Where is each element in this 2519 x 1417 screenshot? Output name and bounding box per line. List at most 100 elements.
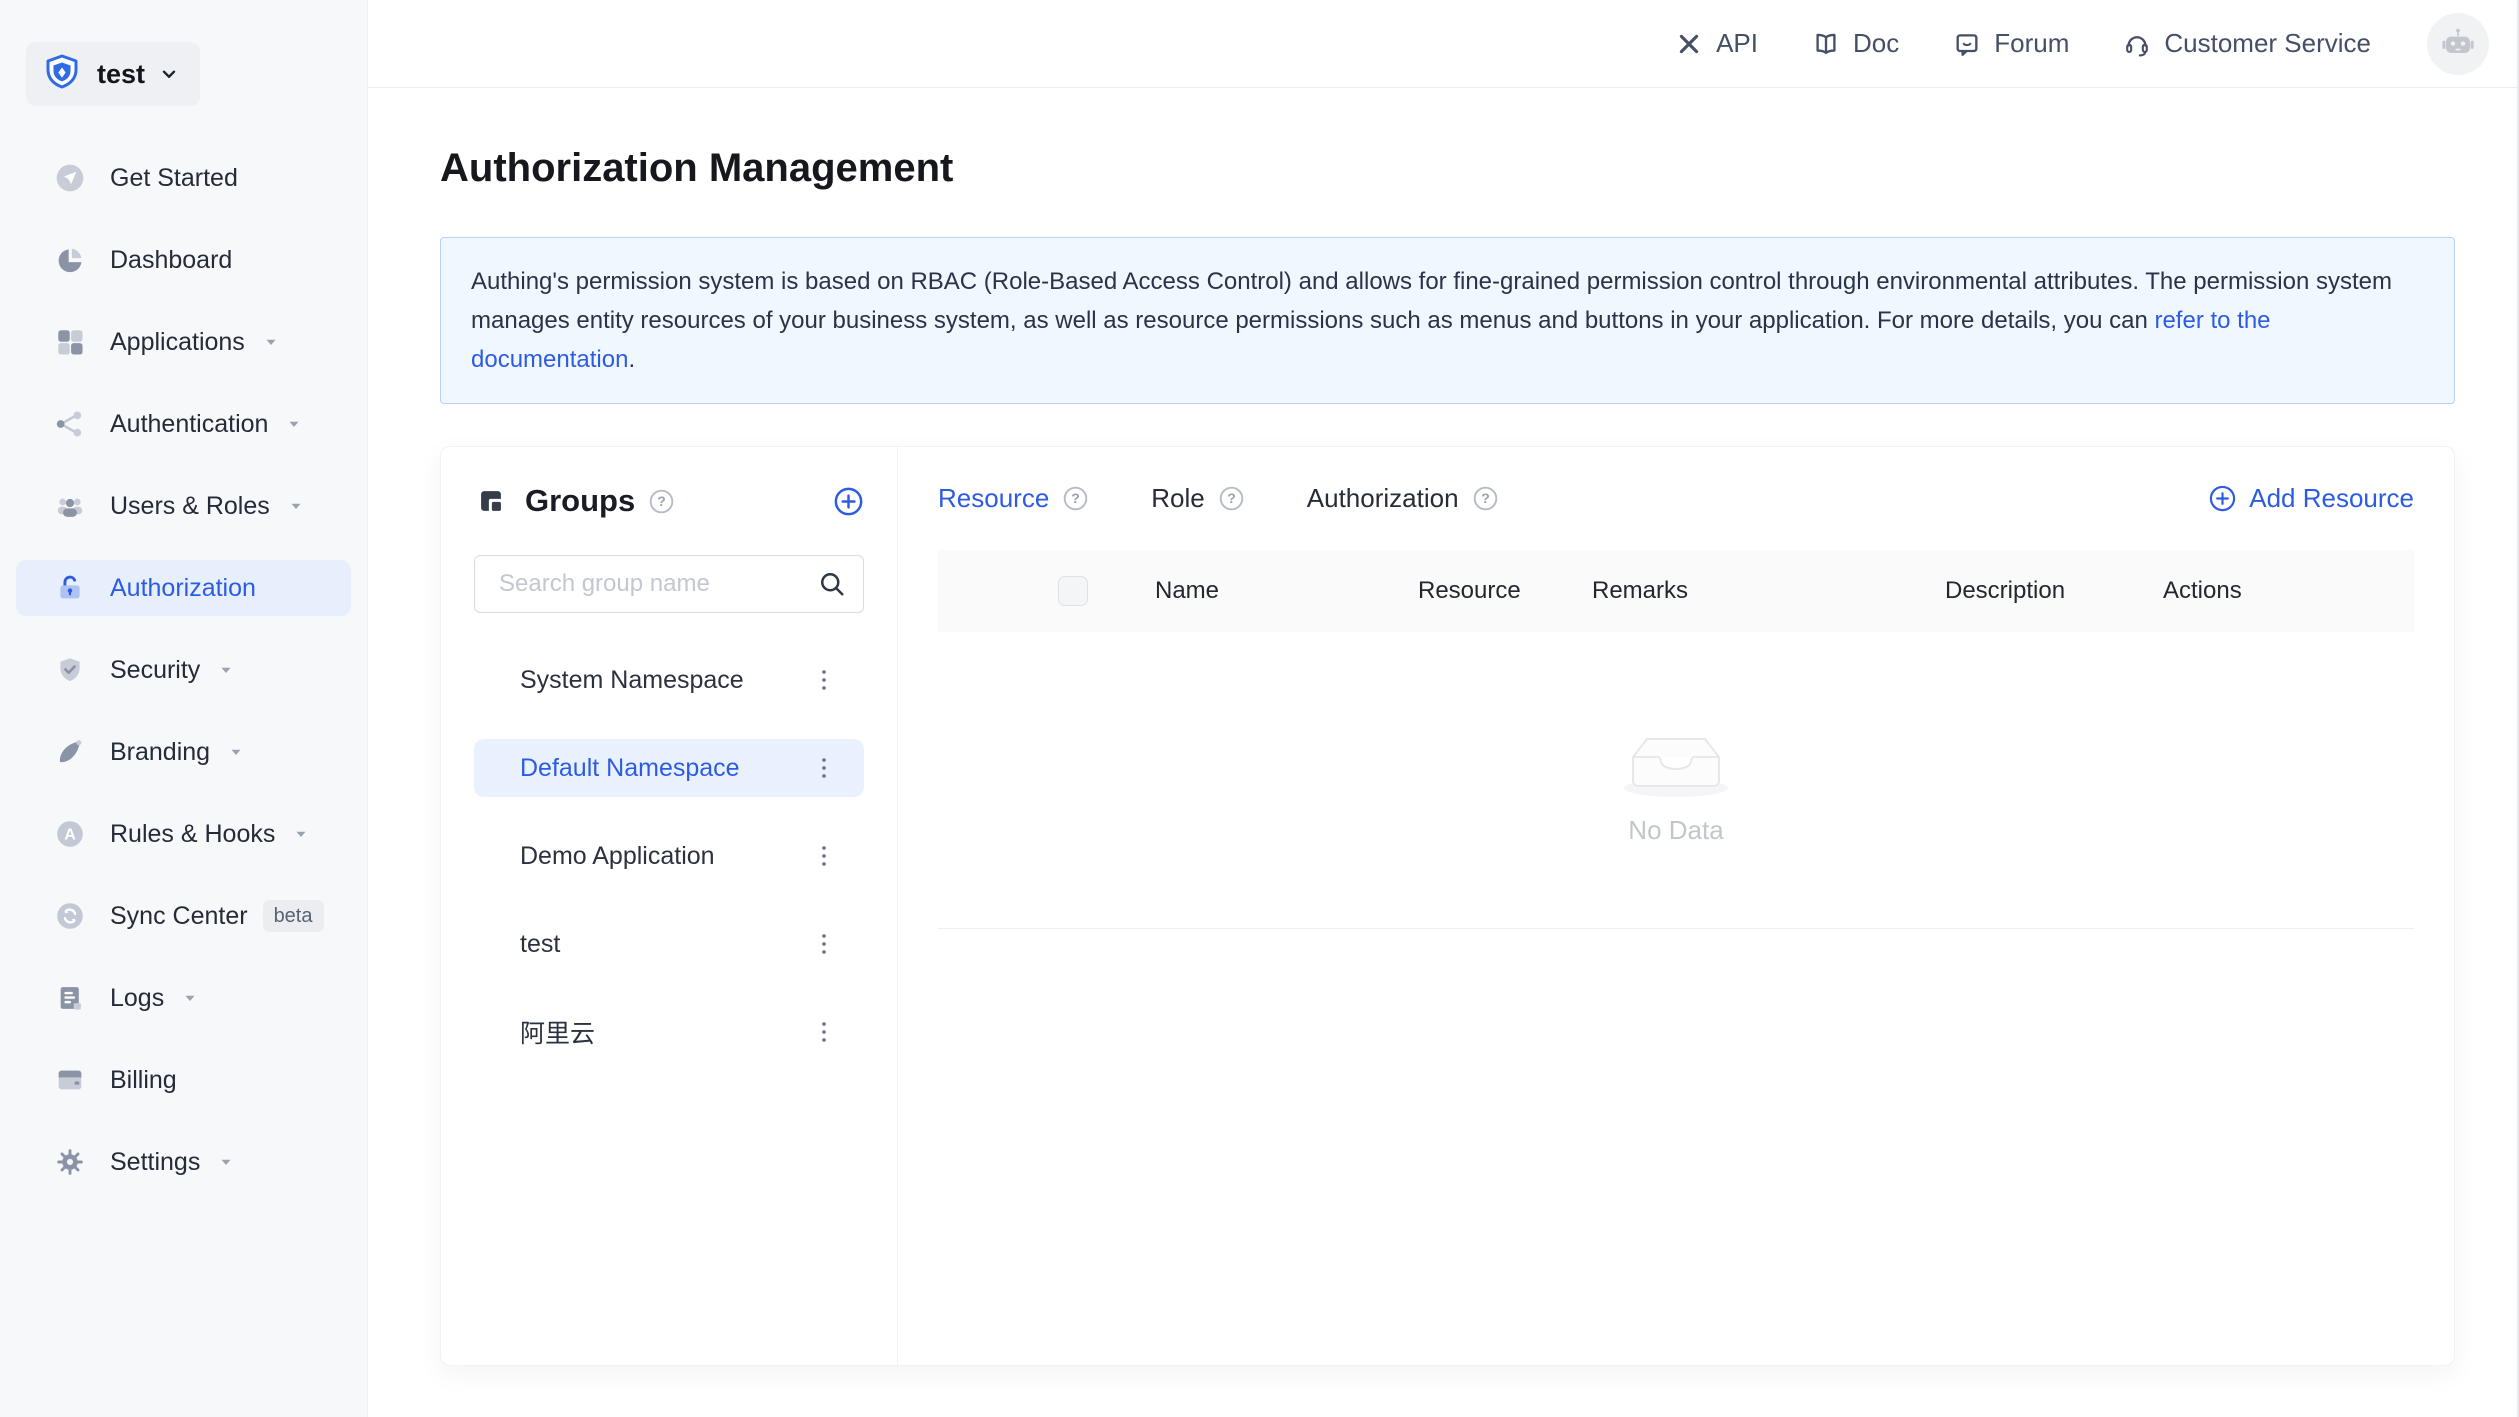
select-all-checkbox[interactable] (1058, 576, 1088, 606)
share-icon (54, 408, 86, 440)
authorization-help-icon[interactable]: ? (1472, 485, 1499, 512)
customer-service-link[interactable]: Customer Service (2123, 28, 2371, 59)
main-area: API Doc Forum Customer Service Authoriza… (368, 0, 2519, 1417)
sidebar-item-settings[interactable]: Settings (16, 1134, 351, 1190)
sidebar-item-label: Settings (110, 1148, 200, 1177)
role-help-icon[interactable]: ? (1218, 485, 1245, 512)
group-item-test[interactable]: test (474, 915, 864, 973)
sidebar-item-label: Rules & Hooks (110, 820, 275, 849)
sidebar-item-security[interactable]: Security (16, 642, 351, 698)
kebab-menu-icon[interactable] (814, 661, 834, 699)
resource-help-icon[interactable]: ? (1062, 485, 1089, 512)
lock-open-icon (54, 572, 86, 604)
add-resource-button[interactable]: Add Resource (2208, 483, 2414, 514)
sidebar-item-label: Logs (110, 984, 164, 1013)
group-list: System Namespace Default Namespace Demo … (474, 651, 864, 1061)
chevron-down-icon (158, 63, 180, 85)
chevron-down-icon (262, 333, 280, 351)
wallet-icon (54, 1064, 86, 1096)
add-group-button[interactable] (833, 486, 864, 517)
add-resource-label: Add Resource (2249, 483, 2414, 514)
group-search-input[interactable] (497, 569, 817, 599)
apps-icon (54, 326, 86, 358)
column-header-remarks: Remarks (1592, 577, 1945, 605)
groups-title: Groups (525, 483, 635, 519)
sidebar-item-authentication[interactable]: Authentication (16, 396, 351, 452)
groups-header: Groups ? (474, 483, 864, 519)
tab-label: Role (1151, 483, 1204, 514)
empty-box-icon (1610, 715, 1742, 801)
users-icon (54, 490, 86, 522)
chevron-down-icon (227, 743, 245, 761)
chat-icon (1953, 30, 1981, 58)
sidebar-item-branding[interactable]: Branding (16, 724, 351, 780)
api-link[interactable]: API (1675, 28, 1758, 59)
robot-icon (2438, 24, 2478, 64)
tab-label: Resource (938, 483, 1049, 514)
empty-state: No Data (938, 632, 2414, 929)
tabs-bar: Resource ? Role ? Authorization ? (938, 483, 2414, 514)
group-item-demo-application[interactable]: Demo Application (474, 827, 864, 885)
doc-label: Doc (1853, 28, 1899, 59)
sidebar-item-dashboard[interactable]: Dashboard (16, 232, 351, 288)
tab-authorization[interactable]: Authorization ? (1307, 483, 1499, 514)
navigation-icon (54, 162, 86, 194)
svg-text:?: ? (1481, 490, 1490, 506)
kebab-menu-icon[interactable] (814, 925, 834, 963)
api-label: API (1716, 28, 1758, 59)
workspace-name: test (97, 59, 145, 90)
sidebar-item-label: Branding (110, 738, 210, 767)
sidebar-item-label: Billing (110, 1066, 177, 1095)
column-header-description: Description (1945, 577, 2163, 605)
pie-chart-icon (54, 244, 86, 276)
authorization-card: Groups ? System Namespace (440, 446, 2455, 1366)
group-item-label: 阿里云 (520, 1014, 814, 1050)
svg-text:?: ? (1227, 490, 1236, 506)
column-header-resource: Resource (1418, 577, 1592, 605)
tab-role[interactable]: Role ? (1151, 483, 1244, 514)
sidebar-item-get-started[interactable]: Get Started (16, 150, 351, 206)
workspace-switcher[interactable]: test (26, 42, 200, 106)
chevron-down-icon (287, 497, 305, 515)
info-banner: Authing's permission system is based on … (440, 237, 2455, 404)
user-avatar[interactable] (2427, 13, 2489, 75)
page-title: Authorization Management (440, 146, 2455, 191)
sidebar-item-label: Sync Center (110, 902, 248, 931)
sidebar: test Get Started Dashboard Applications (0, 0, 368, 1417)
table-header-row: Name Resource Remarks Description Action… (938, 550, 2414, 632)
groups-help-icon[interactable]: ? (648, 488, 675, 515)
kebab-menu-icon[interactable] (814, 1013, 834, 1051)
chevron-down-icon (217, 661, 235, 679)
tab-label: Authorization (1307, 483, 1459, 514)
chevron-down-icon (292, 825, 310, 843)
group-search-box (474, 555, 864, 613)
group-item-default-namespace[interactable]: Default Namespace (474, 739, 864, 797)
resource-panel: Resource ? Role ? Authorization ? (898, 447, 2454, 1365)
sidebar-item-label: Applications (110, 328, 245, 357)
workspace-logo-shield-icon (40, 52, 84, 96)
sidebar-item-applications[interactable]: Applications (16, 314, 351, 370)
group-item-label: test (520, 930, 814, 959)
logs-icon (54, 982, 86, 1014)
sidebar-item-logs[interactable]: Logs (16, 970, 351, 1026)
sidebar-item-label: Security (110, 656, 200, 685)
group-item-aliyun[interactable]: 阿里云 (474, 1003, 864, 1061)
forum-link[interactable]: Forum (1953, 28, 2069, 59)
sidebar-item-authorization[interactable]: Authorization (16, 560, 351, 616)
info-text: Authing's permission system is based on … (471, 268, 2392, 334)
tab-resource[interactable]: Resource ? (938, 483, 1089, 514)
tools-icon (1675, 30, 1703, 58)
search-icon[interactable] (817, 569, 847, 599)
group-item-system-namespace[interactable]: System Namespace (474, 651, 864, 709)
sidebar-item-users-roles[interactable]: Users & Roles (16, 478, 351, 534)
brush-icon (54, 736, 86, 768)
kebab-menu-icon[interactable] (814, 837, 834, 875)
group-item-label: Default Namespace (520, 754, 814, 783)
sidebar-item-billing[interactable]: Billing (16, 1052, 351, 1108)
column-header-actions: Actions (2163, 577, 2414, 605)
book-icon (1812, 30, 1840, 58)
sidebar-item-rules-hooks[interactable]: A Rules & Hooks (16, 806, 351, 862)
doc-link[interactable]: Doc (1812, 28, 1899, 59)
kebab-menu-icon[interactable] (814, 749, 834, 787)
sidebar-item-sync-center[interactable]: Sync Center beta (16, 888, 351, 944)
